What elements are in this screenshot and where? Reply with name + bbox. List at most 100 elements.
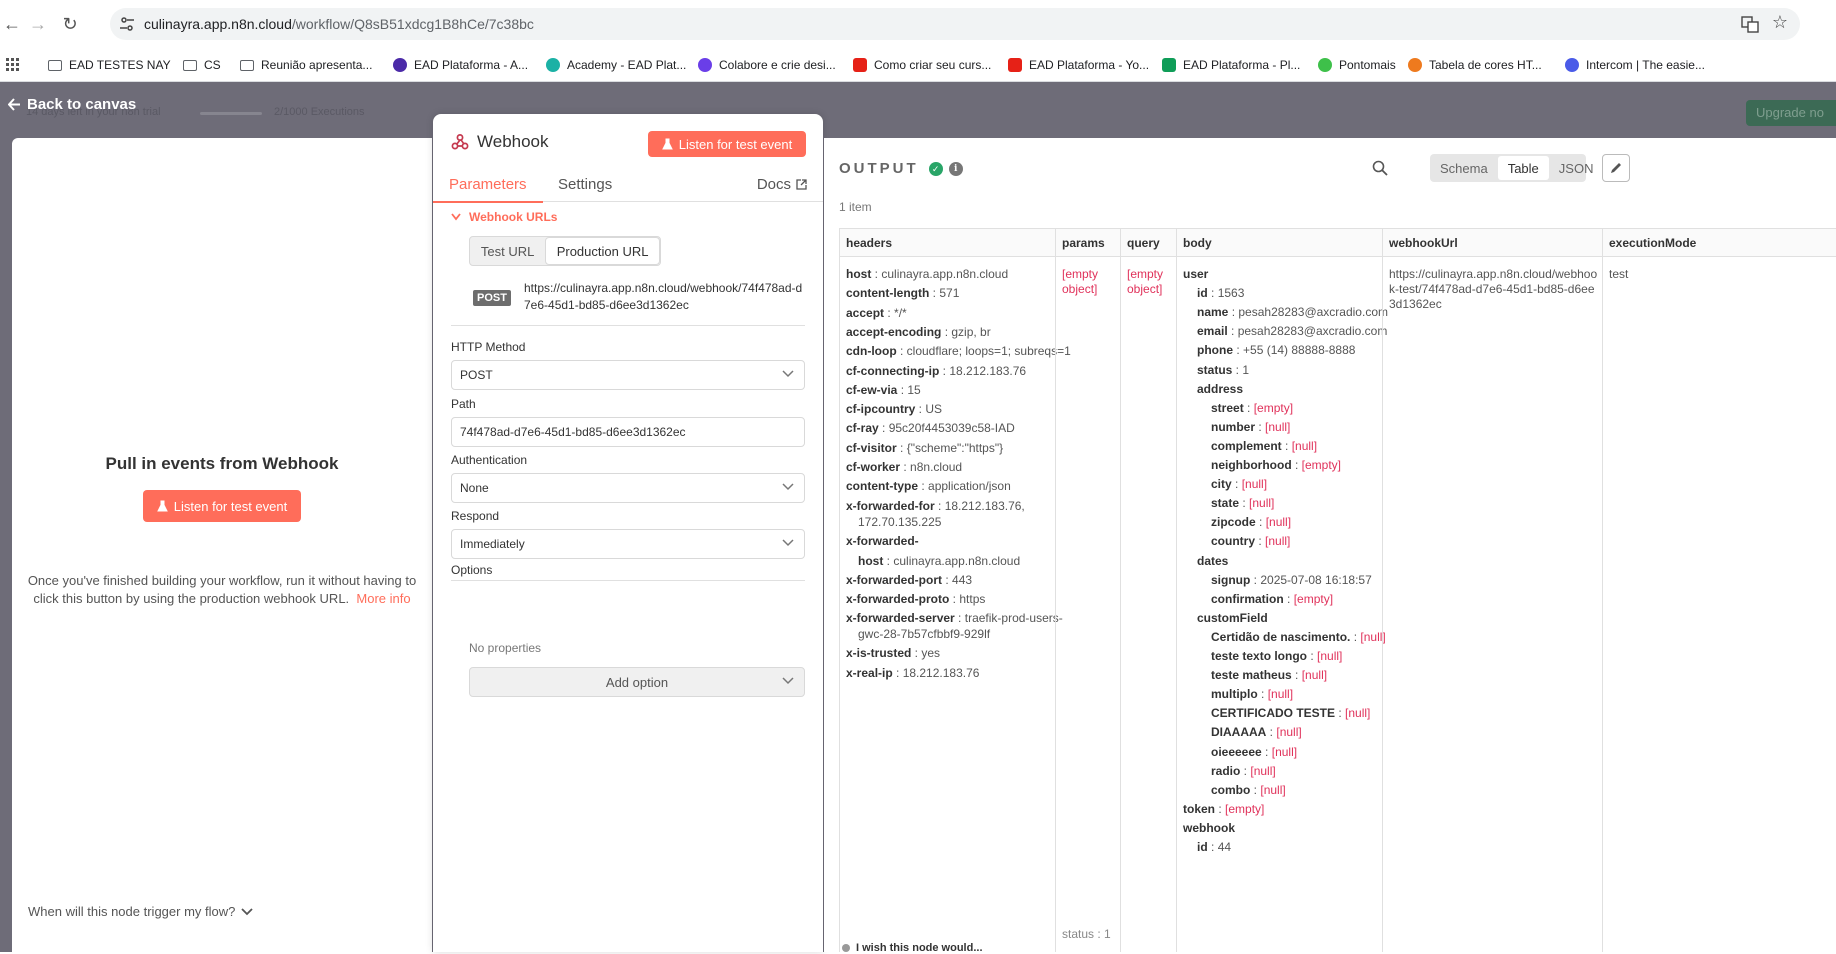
bookmark-item[interactable]: Intercom | The easie... [1565, 56, 1705, 74]
listen-test-event-header-button[interactable]: Listen for test event [648, 131, 806, 157]
body-row: CERTIFICADO TESTE : [null] [1211, 706, 1371, 721]
item-count: 1 item [839, 200, 872, 214]
body-value: [null] [1276, 725, 1302, 740]
site-settings-icon[interactable] [118, 15, 136, 33]
tab-settings[interactable]: Settings [558, 176, 612, 193]
body-row: phone : +55 (14) 88888-8888 [1197, 343, 1356, 358]
back-to-canvas-link[interactable]: Back to canvas [8, 96, 136, 113]
body-value: [null] [1345, 706, 1371, 721]
output-table: headers host : culinayra.app.n8n.cloud co… [839, 228, 1836, 952]
body-group-key: customField [1197, 610, 1268, 625]
info-icon[interactable]: i [948, 161, 963, 176]
header-value: application/json [928, 479, 1011, 494]
bookmark-item[interactable]: Tabela de cores HT... [1408, 56, 1542, 74]
back-arrow-icon[interactable]: ← [0, 12, 24, 36]
production-url-tab[interactable]: Production URL [545, 237, 660, 265]
bookmark-item[interactable]: CS [183, 56, 221, 74]
column-body: body user id : 1563 name : pesah28283@axcr… [1176, 229, 1388, 952]
webhook-urls-toggle[interactable]: Webhook URLs [451, 210, 557, 224]
bookmark-item[interactable]: EAD TESTES NAY [48, 56, 171, 74]
body-value: 1563 [1217, 286, 1245, 301]
bookmark-star-icon[interactable]: ☆ [1772, 12, 1788, 33]
body-key: combo [1211, 782, 1251, 797]
translate-icon[interactable] [1740, 14, 1760, 34]
bookmark-item[interactable]: Colabore e crie desi... [698, 56, 836, 74]
body-row: multiplo : [null] [1211, 687, 1294, 702]
youtube-icon [853, 58, 867, 72]
body-row: Certidão de nascimento. : [null] [1211, 629, 1386, 644]
bookmark-item[interactable]: EAD Plataforma - Yo... [1008, 56, 1149, 74]
respond-select[interactable]: Immediately [451, 529, 805, 559]
header-value: 443 [952, 572, 973, 587]
body-value: [null] [1317, 649, 1343, 663]
bookmark-item[interactable]: EAD Plataforma - A... [393, 56, 528, 74]
tab-parameters[interactable]: Parameters [433, 176, 542, 203]
add-option-button[interactable]: Add option [469, 667, 805, 697]
header-row: host : culinayra.app.n8n.cloud [846, 267, 1009, 281]
sheets-icon [1162, 58, 1176, 72]
header-value: 18.212.183.76 [902, 665, 980, 680]
url-text[interactable]: culinayra.app.n8n.cloud/workflow/Q8sB51x… [144, 16, 534, 32]
site-icon [546, 58, 560, 72]
bookmark-item[interactable]: EAD Plataforma - Pl... [1162, 56, 1300, 74]
pencil-icon [1611, 163, 1621, 173]
docs-link[interactable]: Docs [757, 176, 807, 193]
view-table[interactable]: Table [1497, 156, 1549, 180]
bookmark-item[interactable]: Como criar seu curs... [853, 56, 991, 74]
header-key: x-forwarded-proto [846, 591, 950, 606]
url-bar[interactable]: culinayra.app.n8n.cloud/workflow/Q8sB51x… [110, 8, 1800, 40]
node-title[interactable]: Webhook [451, 132, 549, 152]
body-row: combo : [null] [1211, 782, 1286, 797]
webhook-icon [451, 134, 469, 150]
header-value: US [925, 402, 943, 417]
column-params: params [empty object] status : 1 [1055, 229, 1120, 952]
header-key: x-is-trusted [846, 646, 912, 661]
site-icon [1408, 58, 1422, 72]
column-header: query [1121, 229, 1176, 257]
node-title-label: Webhook [477, 132, 549, 151]
more-info-link[interactable]: More info [356, 591, 410, 606]
test-url-tab[interactable]: Test URL [470, 237, 545, 265]
forward-arrow-icon[interactable]: → [26, 12, 50, 36]
path-input[interactable]: 74f478ad-d7e6-45d1-bd85-d6ee3d1362ec [451, 417, 805, 447]
edit-output-button[interactable] [1602, 154, 1630, 182]
header-value: gzip, br [951, 324, 991, 339]
chevron-down-icon [451, 213, 461, 221]
body-key: CERTIFICADO TESTE [1211, 706, 1336, 721]
external-link-icon [796, 179, 807, 190]
search-icon[interactable] [1372, 160, 1388, 176]
folder-icon [240, 59, 254, 71]
body-row: teste matheus : [null] [1211, 668, 1328, 683]
feedback-hint[interactable]: I wish this node would... [842, 942, 983, 954]
body-row: city : [null] [1211, 477, 1268, 492]
view-schema[interactable]: Schema [1430, 156, 1498, 180]
flask-icon [156, 500, 168, 512]
body-key: street [1211, 400, 1244, 415]
body-key: number [1211, 419, 1256, 434]
upgrade-button[interactable]: Upgrade no [1746, 100, 1836, 126]
header-row: x-forwarded-server : traefik-prod-users- [846, 611, 1063, 626]
listen-test-event-button[interactable]: Listen for test event [143, 490, 301, 522]
apps-grid-icon[interactable] [6, 58, 20, 72]
bookmark-label: Academy - EAD Plat... [567, 58, 687, 72]
query-value: [empty object] [1127, 267, 1164, 296]
column-webhookurl: webhookUrl https://culinayra.app.n8n.clo… [1382, 229, 1602, 952]
webhook-url-text[interactable]: https://culinayra.app.n8n.cloud/webhook/… [524, 280, 804, 314]
bookmark-item[interactable]: Reunião apresenta... [240, 56, 372, 74]
reload-icon[interactable]: ↻ [58, 12, 82, 36]
bookmark-item[interactable]: Pontomais [1318, 56, 1396, 74]
youtube-icon [1008, 58, 1022, 72]
authentication-select[interactable]: None [451, 473, 805, 503]
header-row: accept-encoding : gzip, br [846, 324, 991, 339]
trigger-explainer[interactable]: When will this node trigger my flow? [28, 904, 253, 919]
body-row: country : [null] [1211, 534, 1291, 549]
view-json[interactable]: JSON [1549, 156, 1604, 180]
body-row: confirmation : [empty] [1211, 591, 1334, 606]
method-badge: POST [473, 290, 511, 306]
bookmark-label: EAD Plataforma - Pl... [1183, 58, 1301, 72]
http-method-select[interactable]: POST [451, 360, 805, 390]
body-key: neighborhood [1211, 458, 1292, 472]
header-value: cloudflare; loops=1; subreqs=1 [906, 344, 1071, 359]
view-toggle: Schema Table JSON [1430, 154, 1593, 182]
bookmark-item[interactable]: Academy - EAD Plat... [546, 56, 686, 74]
